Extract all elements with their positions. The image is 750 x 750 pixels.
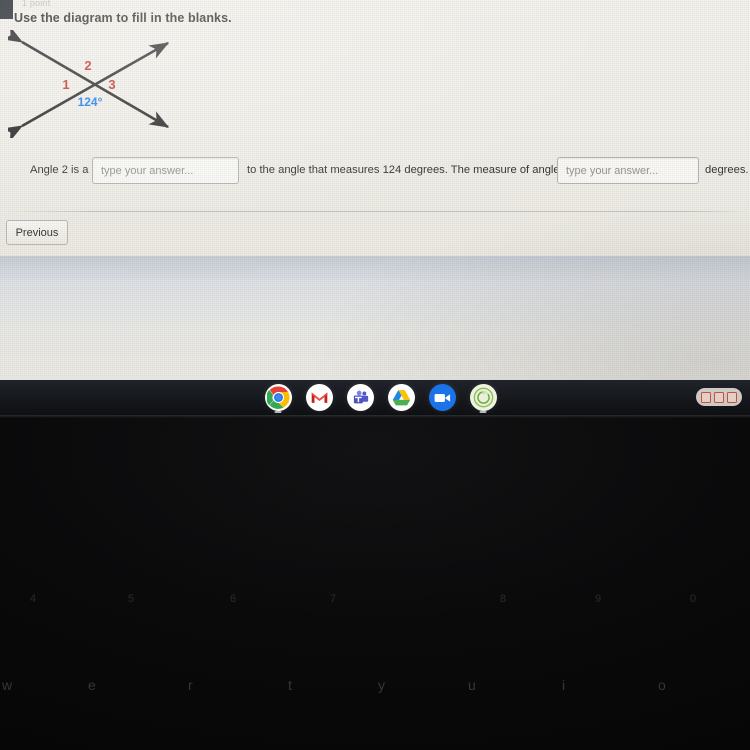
laptop-keyboard-dark-area: 4 5 6 7 8 9 0 w e r t y u i o <box>0 415 750 750</box>
section-divider <box>0 211 750 212</box>
status-tray[interactable] <box>696 388 742 406</box>
previous-button[interactable]: Previous <box>6 220 68 245</box>
chrome-running-dot <box>274 411 282 413</box>
question-prompt: Use the diagram to fill in the blanks. <box>14 11 232 25</box>
sentence-text-before: Angle 2 is a <box>30 164 89 176</box>
answer-sentence-row: Angle 2 is a to the angle that measures … <box>0 157 750 187</box>
angles-diagram: 1 2 3 124° <box>8 30 188 138</box>
answer-input-relationship[interactable] <box>92 157 239 184</box>
green-circle-app-icon[interactable] <box>470 384 497 411</box>
diagram-angle-measure: 124° <box>78 95 103 109</box>
page-background-below-card <box>0 256 750 380</box>
quiz-content-area: 1 point Use the diagram to fill in the b… <box>0 0 750 256</box>
chromeos-shelf <box>0 380 750 415</box>
diagram-label-1: 1 <box>62 77 69 92</box>
answer-input-measure[interactable] <box>557 157 699 184</box>
bezel-edge <box>0 415 750 418</box>
sentence-text-after: degrees. <box>705 164 749 176</box>
tray-indicator-icon <box>714 391 724 403</box>
sentence-text-middle: to the angle that measures 124 degrees. … <box>247 164 581 176</box>
tray-indicator-icon <box>701 391 711 403</box>
gmail-icon[interactable] <box>306 384 333 411</box>
chromebook-screen: 1 point Use the diagram to fill in the b… <box>0 0 750 380</box>
microsoft-teams-icon[interactable] <box>347 384 374 411</box>
tray-indicator-icon <box>727 391 737 403</box>
points-label: 1 point <box>22 0 51 8</box>
shelf-icon-strip <box>0 380 750 415</box>
video-camera-icon[interactable] <box>429 384 456 411</box>
google-drive-icon[interactable] <box>388 384 415 411</box>
top-left-ui-chip <box>0 0 13 19</box>
diagram-label-3: 3 <box>108 77 115 92</box>
photo-of-chromebook: 1 point Use the diagram to fill in the b… <box>0 0 750 750</box>
chrome-icon[interactable] <box>265 384 292 411</box>
diagram-label-2: 2 <box>84 58 91 73</box>
green-app-running-dot <box>479 411 487 413</box>
